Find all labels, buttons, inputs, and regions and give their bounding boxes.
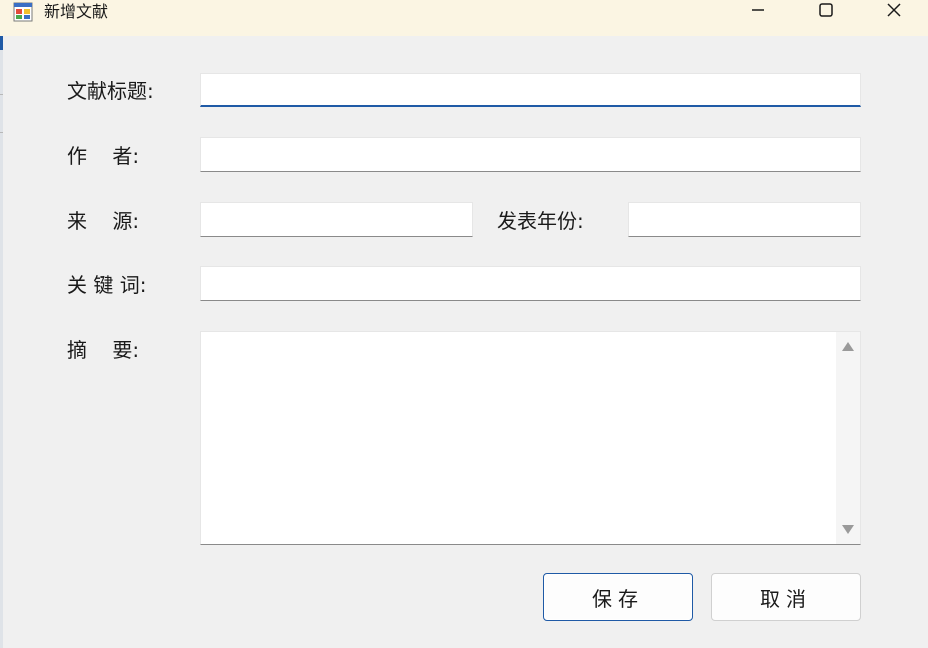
keywords-label: 关 键 词: xyxy=(67,273,147,297)
close-icon xyxy=(886,2,902,22)
minimize-icon xyxy=(750,2,766,22)
abstract-textarea-container[interactable] xyxy=(200,331,861,545)
abstract-label: 摘 要: xyxy=(67,338,140,362)
abstract-textarea[interactable] xyxy=(201,332,835,542)
window-title: 新增文献 xyxy=(44,2,109,21)
scroll-up-arrow-icon[interactable] xyxy=(842,342,854,351)
author-input[interactable] xyxy=(200,137,861,172)
frame-accent xyxy=(0,36,3,50)
frame-divider xyxy=(0,94,3,95)
frame-divider xyxy=(0,132,3,133)
minimize-button[interactable] xyxy=(724,0,792,24)
app-window-icon xyxy=(13,2,33,22)
source-label: 来 源: xyxy=(67,209,140,233)
year-label: 发表年份: xyxy=(497,209,584,233)
title-input[interactable] xyxy=(200,73,861,107)
title-label: 文献标题: xyxy=(67,79,154,103)
window-frame-left xyxy=(0,36,3,648)
maximize-button[interactable] xyxy=(792,0,860,24)
abstract-scrollbar[interactable] xyxy=(836,332,860,544)
title-bar[interactable]: 新增文献 xyxy=(0,0,928,36)
keywords-input[interactable] xyxy=(200,266,861,301)
author-label: 作 者: xyxy=(67,144,140,168)
save-button[interactable]: 保存 xyxy=(543,573,693,621)
source-input[interactable] xyxy=(200,202,473,237)
year-input[interactable] xyxy=(628,202,861,237)
maximize-icon xyxy=(818,2,834,22)
cancel-button[interactable]: 取消 xyxy=(711,573,861,621)
scroll-down-arrow-icon[interactable] xyxy=(842,525,854,534)
close-button[interactable] xyxy=(860,0,928,24)
